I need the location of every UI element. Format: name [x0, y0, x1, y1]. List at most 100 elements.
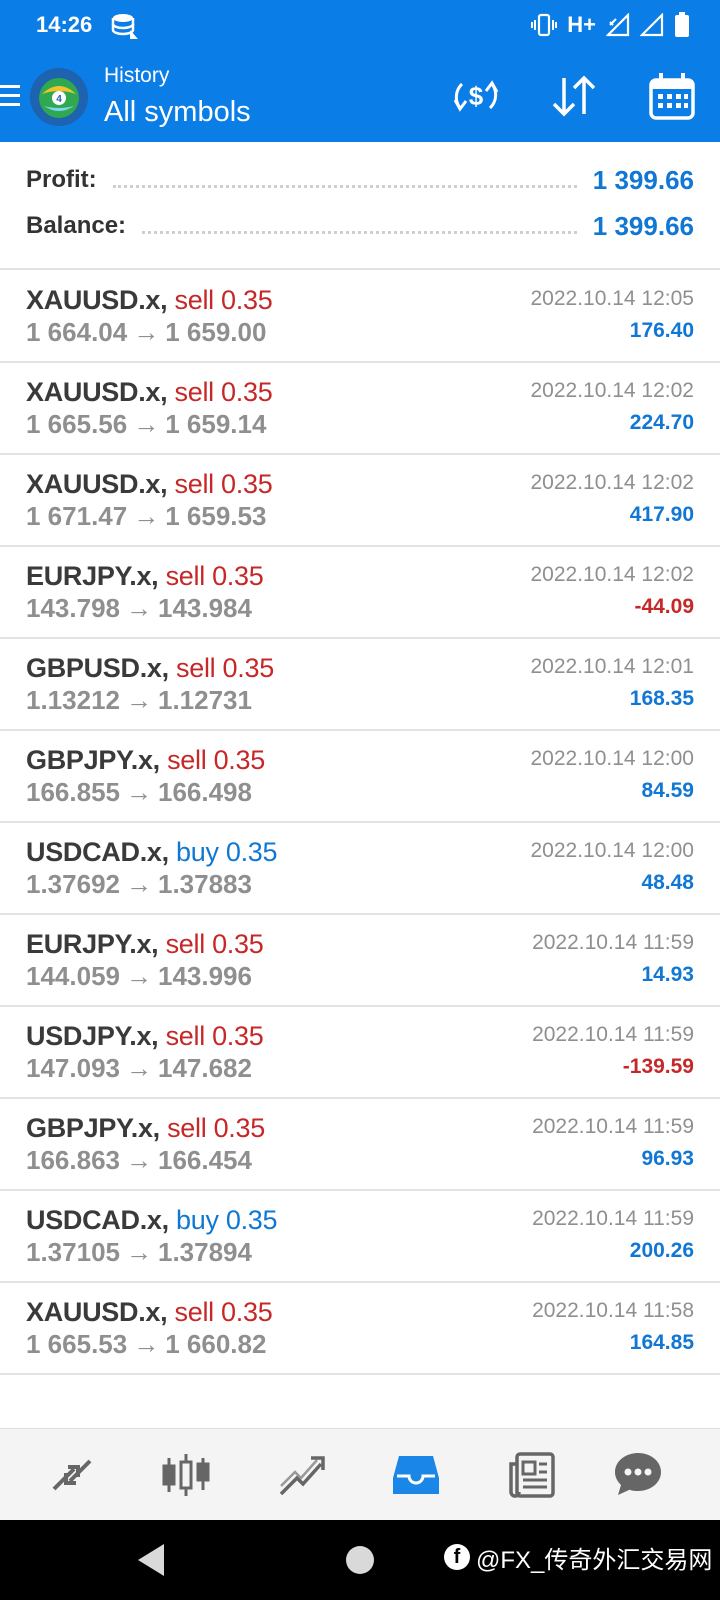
deal-close-price: 143.984	[157, 593, 252, 623]
calendar-icon[interactable]	[646, 70, 698, 122]
balance-value: 1 399.66	[592, 210, 694, 241]
deal-close-price: 1 659.53	[165, 501, 267, 531]
deal-side: sell 0.35	[174, 1297, 273, 1327]
deal-side: sell 0.35	[167, 1113, 265, 1143]
deal-side: buy 0.35	[176, 1205, 278, 1235]
dotted-leader	[112, 184, 577, 188]
signal-icon	[606, 13, 630, 37]
deal-row[interactable]: EURJPY.x, sell 0.35 143.798 → 143.984 2022…	[0, 547, 720, 639]
deal-open-price: 147.093	[26, 1053, 120, 1083]
dotted-leader	[142, 230, 577, 234]
sort-icon[interactable]	[548, 70, 600, 122]
deal-open-price: 143.798	[26, 593, 120, 623]
profit-value: 1 399.66	[592, 164, 694, 195]
profit-label: Profit:	[26, 166, 97, 193]
chart-icon	[162, 1454, 210, 1496]
deal-profit: 168.35	[629, 687, 694, 710]
deal-side: sell 0.35	[174, 469, 273, 499]
deal-row[interactable]: GBPJPY.x, sell 0.35 166.863 → 166.454 2022…	[0, 1099, 720, 1191]
nav-news[interactable]	[502, 1445, 562, 1505]
deal-symbol: USDCAD.x,	[26, 837, 169, 867]
deal-open-price: 1 665.53	[26, 1329, 128, 1359]
deal-row[interactable]: XAUUSD.x, sell 0.35 1 665.53 → 1 660.82 20…	[0, 1283, 720, 1375]
arrow-icon: →	[125, 869, 152, 899]
deal-side: sell 0.35	[165, 561, 264, 591]
deal-profit: 48.48	[641, 871, 694, 894]
deal-time: 2022.10.14 11:59	[532, 1207, 694, 1230]
deal-time: 2022.10.14 12:01	[530, 655, 695, 678]
deal-row[interactable]: USDJPY.x, sell 0.35 147.093 → 147.682 2022…	[0, 1007, 720, 1099]
deal-time: 2022.10.14 12:00	[530, 747, 695, 770]
deal-profit: 96.93	[641, 1147, 694, 1170]
deal-profit: 417.90	[629, 503, 694, 526]
back-icon[interactable]	[134, 1542, 168, 1578]
data-saver-icon	[111, 14, 138, 39]
deal-profit: -44.09	[634, 595, 694, 618]
arrow-icon: →	[133, 409, 160, 439]
deal-open-price: 144.059	[26, 961, 120, 991]
deal-close-price: 1 659.14	[165, 409, 267, 439]
deal-close-price: 147.682	[157, 1053, 252, 1083]
deal-open-price: 1 665.56	[26, 409, 128, 439]
deal-symbol: GBPJPY.x,	[26, 745, 160, 775]
deal-symbol: EURJPY.x,	[26, 561, 159, 591]
network-type: H+	[567, 12, 596, 37]
nav-trade[interactable]	[272, 1445, 332, 1505]
deal-row[interactable]: XAUUSD.x, sell 0.35 1 671.47 → 1 659.53 20…	[0, 455, 720, 547]
deal-side: sell 0.35	[174, 377, 273, 407]
deal-symbol: USDCAD.x,	[26, 1205, 169, 1235]
signal-icon	[640, 13, 664, 37]
history-icon	[393, 1456, 439, 1494]
deal-row[interactable]: USDCAD.x, buy 0.35 1.37105 → 1.37894 2022.…	[0, 1191, 720, 1283]
top-bar: 14:26 H+ 4 History All symbols $	[0, 0, 720, 142]
deal-profit: 176.40	[629, 319, 694, 342]
deal-close-price: 1.37883	[157, 869, 252, 899]
deal-profit: 224.70	[629, 411, 694, 434]
deal-row[interactable]: GBPJPY.x, sell 0.35 166.855 → 166.498 2022…	[0, 731, 720, 823]
deal-close-price: 1 660.82	[165, 1329, 267, 1359]
deal-close-price: 143.996	[157, 961, 252, 991]
metatrader-logo[interactable]: 4	[30, 68, 88, 126]
nav-chart[interactable]	[156, 1445, 216, 1505]
deal-list: XAUUSD.x, sell 0.35 1 664.04 → 1 659.00 20…	[0, 271, 720, 1375]
watermark: f @FX_传奇外汇交易网	[444, 1540, 712, 1574]
status-icons: H+	[531, 10, 690, 40]
deal-open-price: 1 664.04	[26, 317, 128, 347]
arrow-icon: →	[125, 593, 152, 623]
arrow-icon: →	[125, 1145, 152, 1175]
arrow-icon: →	[125, 777, 152, 807]
chat-icon	[615, 1453, 661, 1495]
deal-symbol: EURJPY.x,	[26, 929, 159, 959]
balance-label: Balance:	[26, 212, 127, 239]
home-button[interactable]	[346, 1546, 374, 1574]
deal-open-price: 166.863	[26, 1145, 120, 1175]
deal-symbol: GBPUSD.x,	[26, 653, 169, 683]
trade-icon	[279, 1456, 325, 1496]
currency-exchange-icon[interactable]: $	[450, 70, 502, 122]
header-subtitle: History	[104, 64, 170, 87]
balance-row: Balance: 1 399.66	[26, 208, 694, 244]
deal-row[interactable]: XAUUSD.x, sell 0.35 1 664.04 → 1 659.00 20…	[0, 271, 720, 363]
deal-side: sell 0.35	[165, 1021, 264, 1051]
deal-row[interactable]: GBPUSD.x, sell 0.35 1.13212 → 1.12731 2022…	[0, 639, 720, 731]
bottom-navigation	[0, 1428, 720, 1520]
deal-symbol: XAUUSD.x,	[26, 377, 168, 407]
deal-close-price: 1 659.00	[165, 317, 267, 347]
deal-time: 2022.10.14 12:02	[530, 563, 695, 586]
profit-row: Profit: 1 399.66	[26, 162, 694, 198]
nav-quotes[interactable]	[42, 1445, 102, 1505]
menu-icon[interactable]	[0, 82, 22, 110]
deal-row[interactable]: EURJPY.x, sell 0.35 144.059 → 143.996 2022…	[0, 915, 720, 1007]
nav-history[interactable]	[386, 1445, 446, 1505]
watermark-text: @FX_传奇外汇交易网	[476, 1546, 713, 1574]
deal-row[interactable]: USDCAD.x, buy 0.35 1.37692 → 1.37883 2022.…	[0, 823, 720, 915]
deal-open-price: 1 671.47	[26, 501, 128, 531]
header-title[interactable]: All symbols	[104, 96, 251, 129]
deal-time: 2022.10.14 11:59	[532, 1115, 694, 1138]
nav-chat[interactable]	[608, 1445, 668, 1505]
deal-symbol: XAUUSD.x,	[26, 469, 168, 499]
deal-profit: 200.26	[629, 1239, 694, 1262]
deal-close-price: 166.454	[157, 1145, 252, 1175]
deal-time: 2022.10.14 12:05	[530, 287, 695, 310]
deal-row[interactable]: XAUUSD.x, sell 0.35 1 665.56 → 1 659.14 20…	[0, 363, 720, 455]
